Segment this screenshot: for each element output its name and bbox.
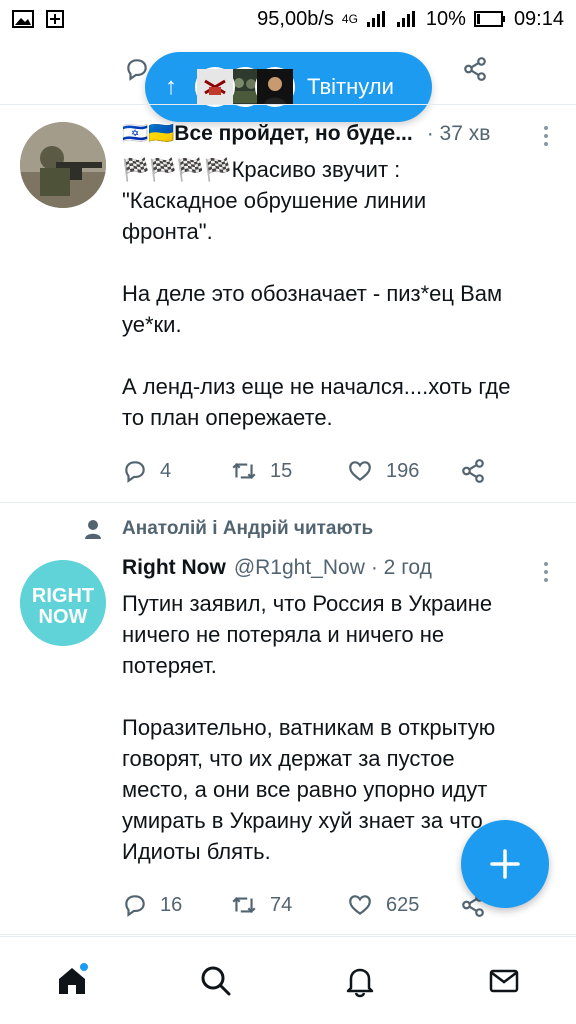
like-count: 196 [386,459,420,482]
retweet-icon [232,463,256,479]
more-options-icon[interactable] [544,562,550,586]
retweet-count: 74 [270,893,293,916]
tweet-time: · 37 хв [426,122,491,145]
tweet[interactable]: 🇮🇱🇺🇦Все пройдет, но буде... · 37 хв 🏁🏁🏁🏁… [0,104,576,502]
reply-count: 16 [160,893,183,916]
download-notification-icon [46,10,64,28]
avatar-logo-text-2: NOW [39,606,88,628]
social-context: Анатолій і Андрій читають [82,518,373,540]
retweet-icon [232,897,256,913]
avatar [255,67,295,107]
retweet-button[interactable]: 74 [230,892,346,918]
tweet-time: · 2 год [370,556,432,579]
compose-plus-icon [490,849,520,879]
person-icon [85,520,101,539]
nav-home[interactable] [42,951,102,1011]
avatar [195,67,235,107]
network-type: 4G [341,12,358,26]
like-count: 625 [386,893,420,916]
signal-icon-2 [396,11,415,27]
like-button[interactable]: 196 [346,458,460,484]
avatar[interactable]: RIGHT NOW [20,560,106,646]
like-icon [349,895,371,915]
pill-avatars [195,67,295,107]
author-handle[interactable]: @R1ght_Now [234,556,365,580]
nav-search[interactable] [186,951,246,1011]
share-button[interactable] [460,458,486,484]
more-options-icon[interactable] [544,126,550,150]
retweet-count: 15 [270,459,293,482]
avatar-logo-text: RIGHT [32,585,94,607]
like-icon [349,461,371,481]
tweet-text: 🏁🏁🏁🏁Красиво звучит : "Каскадное обрушени… [122,157,511,430]
retweet-button[interactable]: 15 [230,458,346,484]
bottom-navigation [0,936,576,1024]
like-button[interactable]: 625 [346,892,460,918]
share-icon [462,459,484,483]
author-name[interactable]: Right Now [122,556,226,580]
status-bar: 95,00b/s 4G 10% 09:14 [0,0,576,38]
bell-icon [346,968,374,997]
tweet-actions: 4 15 196 [122,456,556,486]
clock: 09:14 [513,7,564,30]
network-speed: 95,00b/s [257,7,334,30]
gallery-notification-icon [12,10,34,28]
mail-icon [489,969,519,992]
social-context-text: Анатолій і Андрій читають [122,518,374,539]
signal-icon [366,11,385,27]
reply-button[interactable]: 16 [122,892,230,918]
battery-percent: 10% [425,7,466,30]
arrow-up-icon: ↑ [165,73,177,100]
pill-label: Твітнули [307,74,394,99]
unread-dot [80,962,88,971]
search-icon [201,966,231,995]
reply-icon [125,895,145,917]
avatar[interactable] [20,122,106,208]
reply-count: 4 [160,459,172,482]
reply-icon [125,461,145,483]
share-icon[interactable] [462,56,488,82]
compose-tweet-button[interactable] [461,820,549,908]
author-name[interactable]: 🇮🇱🇺🇦Все пройдет, но буде... [122,122,413,146]
nav-messages[interactable] [474,951,534,1011]
reply-button[interactable]: 4 [122,458,230,484]
divider [0,934,576,935]
battery-icon [473,11,505,27]
nav-notifications[interactable] [330,951,390,1011]
